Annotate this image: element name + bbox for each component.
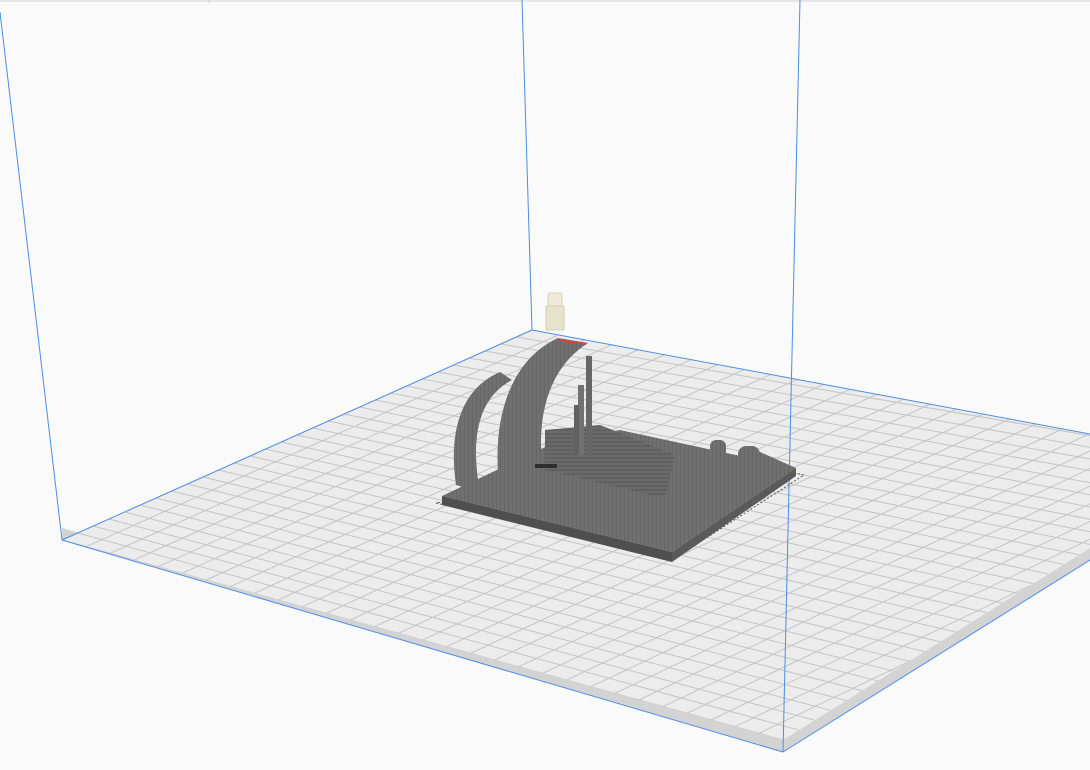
model-cylinder-2 <box>738 446 760 482</box>
model-post-3 <box>574 405 579 453</box>
support-top <box>547 292 563 308</box>
model-slot <box>535 464 557 468</box>
build-volume-scene[interactable] <box>0 0 1090 770</box>
3d-viewport[interactable] <box>0 0 1090 770</box>
model-tall-post <box>586 356 592 456</box>
support-piece[interactable] <box>545 292 565 331</box>
model-cylinder-1 <box>710 440 726 478</box>
build-plate[interactable] <box>62 330 1090 752</box>
volume-edge-left <box>0 11 63 541</box>
volume-edge-back <box>521 0 533 331</box>
support-body <box>545 305 565 331</box>
